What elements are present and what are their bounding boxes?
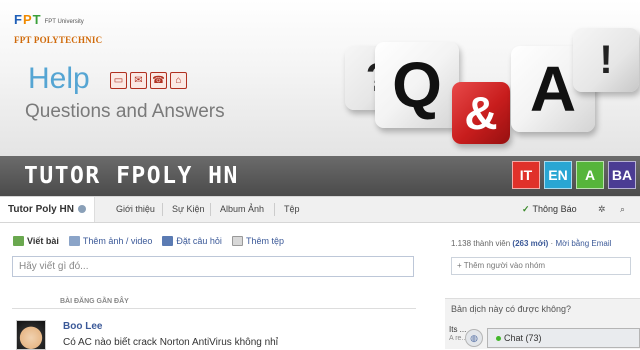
action-label: Thêm ảnh / video	[82, 236, 153, 246]
help-icon-group: ▭ ✉ ☎ ⌂	[110, 72, 187, 89]
chat-label: Chat (73)	[504, 333, 542, 343]
post-author[interactable]: Boo Lee	[63, 321, 102, 332]
lang-badge-a[interactable]: A	[576, 161, 604, 189]
group-nav: Tutor Poly HN Giới thiệu Sự Kiện Album Ả…	[0, 196, 640, 223]
lang-badge-ba[interactable]: BA	[608, 161, 636, 189]
gear-icon[interactable]: ✲	[598, 197, 606, 222]
translate-line: Its ...	[449, 325, 467, 334]
search-icon[interactable]: ⌕	[620, 197, 625, 222]
pencil-icon	[13, 236, 24, 246]
translate-question: Bản dịch này có được không?	[451, 304, 572, 314]
invite-email-link[interactable]: Mời bằng Email	[555, 239, 611, 248]
help-subtitle: Questions and Answers	[25, 101, 225, 122]
members-new[interactable]: (263 mới)	[512, 239, 548, 248]
recent-posts-header: BÀI ĐĂNG GẦN ĐÂY	[12, 296, 416, 309]
avatar[interactable]	[16, 320, 46, 350]
logo-letter: T	[32, 12, 42, 27]
tab-albums[interactable]: Album Ảnh	[220, 197, 264, 222]
add-photo-video-button[interactable]: Thêm ảnh / video	[68, 236, 153, 246]
add-member-input[interactable]: + Thêm người vào nhóm	[451, 257, 631, 275]
tab-about[interactable]: Giới thiệu	[116, 197, 155, 222]
add-file-button[interactable]: Thêm tệp	[231, 236, 284, 246]
tab-files[interactable]: Tệp	[284, 197, 300, 222]
group-title: TUTOR FPOLY HN	[24, 163, 239, 189]
die-q: Q	[375, 42, 459, 128]
notifications-label: Thông Báo	[532, 204, 577, 214]
composer-actions: Viết bài Thêm ảnh / video Đặt câu hỏi Th…	[13, 236, 294, 246]
write-post-button[interactable]: Viết bài	[13, 236, 59, 246]
logo-letter: P	[22, 12, 33, 27]
tab-divider	[274, 203, 275, 216]
logo-name: FPT POLYTECHNIC	[14, 35, 103, 45]
action-label: Viết bài	[27, 236, 59, 246]
post-input[interactable]: Hãy viết gì đó...	[12, 256, 414, 277]
die-exclamation: !	[573, 28, 639, 92]
mail-icon[interactable]: ✉	[130, 72, 147, 89]
photo-icon	[68, 236, 80, 246]
lang-badge-it[interactable]: IT	[512, 161, 540, 189]
members-count: 1.138 thành viên	[451, 239, 511, 248]
file-icon	[231, 236, 243, 246]
post-text: Có AC nào biết crack Norton AntiVirus kh…	[63, 337, 278, 348]
tab-divider	[162, 203, 163, 216]
fpt-logo[interactable]: FPT FPT University FPT POLYTECHNIC	[14, 12, 102, 45]
group-title-bar: TUTOR FPOLY HN IT EN A BA	[0, 156, 640, 196]
action-label: Thêm tệp	[245, 236, 284, 246]
globe-icon	[77, 205, 86, 214]
action-label: Đặt câu hỏi	[176, 236, 222, 246]
qa-dice-graphic: ? Q & A !	[345, 16, 640, 156]
chat-bar[interactable]: Chat (73)	[487, 328, 640, 348]
tab-group-home[interactable]: Tutor Poly HN	[0, 197, 95, 222]
tab-events[interactable]: Sự Kiện	[172, 197, 205, 222]
phone-icon[interactable]: ☎	[150, 72, 167, 89]
online-status-icon	[496, 336, 501, 342]
lang-badge-en[interactable]: EN	[544, 161, 572, 189]
recent-posts-label: BÀI ĐĂNG GẦN ĐÂY	[60, 298, 129, 305]
language-badges: IT EN A BA	[512, 161, 636, 189]
tab-divider	[210, 203, 211, 216]
question-icon	[162, 236, 174, 246]
logo-letter: F	[14, 12, 23, 27]
members-info: 1.138 thành viên (263 mới) · Mời bằng Em…	[451, 239, 611, 248]
die-ampersand: &	[452, 82, 510, 144]
ask-question-button[interactable]: Đặt câu hỏi	[162, 236, 222, 246]
tab-label: Tutor Poly HN	[8, 204, 74, 215]
help-title: Help	[28, 62, 90, 95]
chat-extra-icon[interactable]: ◍	[465, 329, 483, 347]
logo-university: FPT University	[44, 19, 84, 25]
notifications-button[interactable]: ✓ Thông Báo	[522, 197, 577, 222]
header-banner: FPT FPT University FPT POLYTECHNIC Help …	[0, 0, 640, 156]
check-icon: ✓	[522, 204, 530, 214]
monitor-icon[interactable]: ▭	[110, 72, 127, 89]
home-icon[interactable]: ⌂	[170, 72, 187, 89]
